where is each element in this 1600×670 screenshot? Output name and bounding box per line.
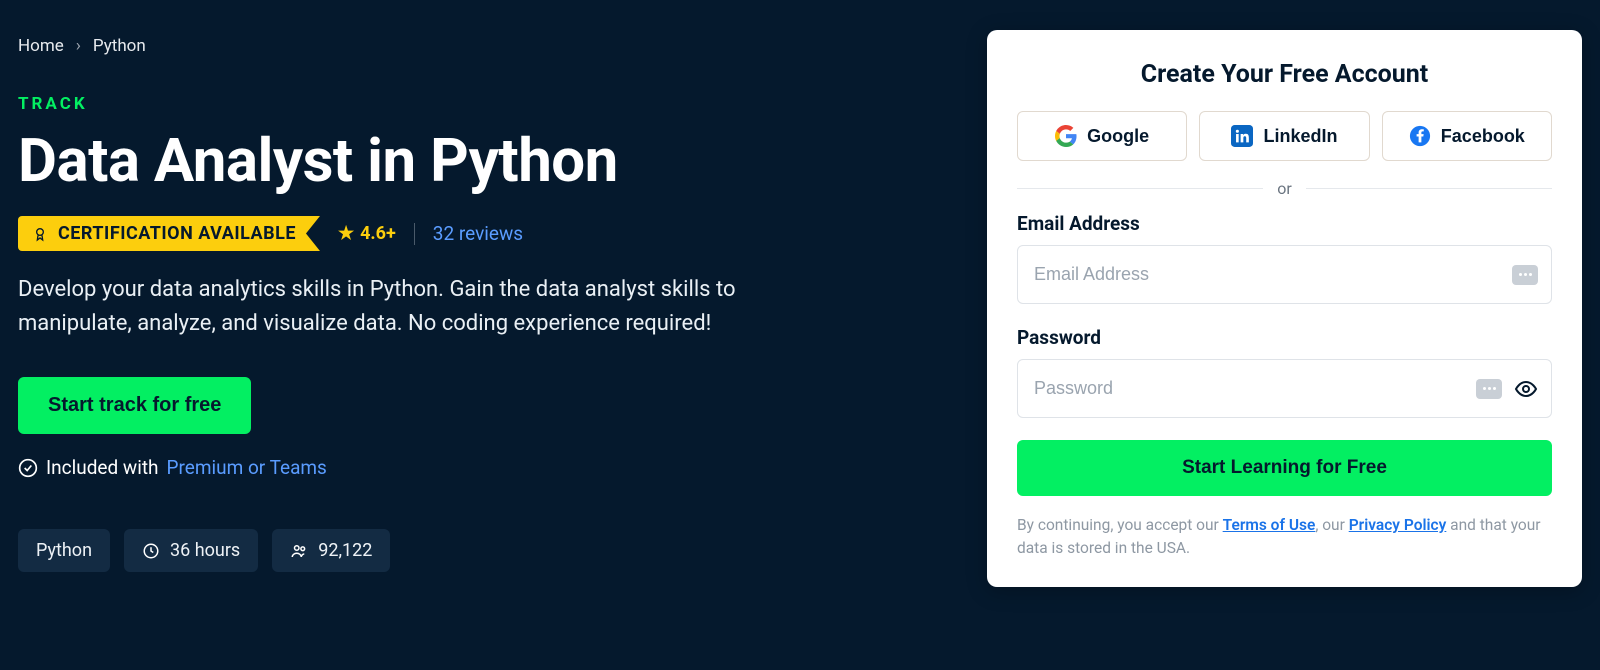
- chips-row: Python 36 hours 92,122: [18, 529, 947, 572]
- chip-duration: 36 hours: [124, 529, 258, 572]
- track-description: Develop your data analytics skills in Py…: [18, 273, 738, 341]
- users-icon: [290, 542, 308, 560]
- reviews-link[interactable]: 32 reviews: [433, 222, 523, 245]
- password-label: Password: [1017, 326, 1552, 349]
- chevron-right-icon: ›: [76, 36, 81, 56]
- clock-icon: [142, 542, 160, 560]
- facebook-signin-button[interactable]: Facebook: [1382, 111, 1552, 161]
- start-learning-button[interactable]: Start Learning for Free: [1017, 440, 1552, 496]
- chip-learners: 92,122: [272, 529, 390, 572]
- terms-link[interactable]: Terms of Use: [1223, 516, 1316, 534]
- google-signin-button[interactable]: Google: [1017, 111, 1187, 161]
- facebook-icon: [1409, 125, 1431, 147]
- chip-learners-label: 92,122: [318, 540, 372, 561]
- rating: ★ 4.6+: [338, 223, 396, 244]
- password-field[interactable]: [1017, 359, 1552, 418]
- certification-label: CERTIFICATION AVAILABLE: [58, 223, 296, 244]
- eye-icon[interactable]: [1514, 377, 1538, 401]
- breadcrumb: Home › Python: [18, 36, 947, 56]
- certification-badge: CERTIFICATION AVAILABLE: [18, 216, 320, 251]
- star-icon: ★: [338, 223, 354, 244]
- page-title: Data Analyst in Python: [18, 128, 947, 194]
- linkedin-signin-button[interactable]: LinkedIn: [1199, 111, 1369, 161]
- or-text: or: [1277, 179, 1292, 198]
- autofill-icon: [1512, 265, 1538, 285]
- autofill-icon: [1476, 379, 1502, 399]
- meta-row: CERTIFICATION AVAILABLE ★ 4.6+ 32 review…: [18, 216, 947, 251]
- chip-tech-label: Python: [36, 540, 92, 561]
- google-label: Google: [1087, 126, 1149, 147]
- chip-duration-label: 36 hours: [170, 540, 240, 561]
- rating-value: 4.6+: [360, 223, 396, 244]
- included-row: Included with Premium or Teams: [18, 456, 947, 479]
- linkedin-label: LinkedIn: [1263, 126, 1337, 147]
- track-eyebrow: TRACK: [18, 94, 947, 114]
- social-row: Google LinkedIn Facebook: [1017, 111, 1552, 161]
- or-divider: or: [1017, 179, 1552, 198]
- check-circle-icon: [18, 458, 38, 478]
- breadcrumb-python[interactable]: Python: [93, 36, 146, 56]
- included-prefix: Included with: [46, 456, 159, 479]
- legal-text: By continuing, you accept our Terms of U…: [1017, 514, 1552, 561]
- chip-tech: Python: [18, 529, 110, 572]
- signup-title: Create Your Free Account: [1017, 60, 1552, 89]
- award-icon: [32, 224, 48, 244]
- email-label: Email Address: [1017, 212, 1552, 235]
- privacy-link[interactable]: Privacy Policy: [1349, 516, 1447, 534]
- google-icon: [1055, 125, 1077, 147]
- email-field[interactable]: [1017, 245, 1552, 304]
- signup-card: Create Your Free Account Google LinkedIn: [987, 30, 1582, 587]
- start-track-button[interactable]: Start track for free: [18, 377, 251, 434]
- divider: [414, 223, 415, 245]
- premium-teams-link[interactable]: Premium or Teams: [167, 456, 327, 479]
- linkedin-icon: [1231, 125, 1253, 147]
- breadcrumb-home[interactable]: Home: [18, 36, 64, 56]
- facebook-label: Facebook: [1441, 126, 1525, 147]
